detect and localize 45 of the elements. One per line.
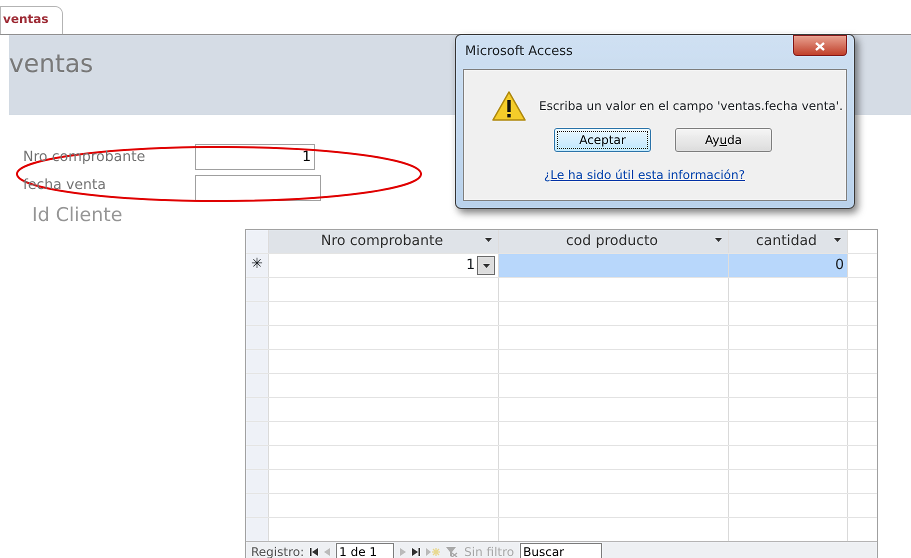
form-tab[interactable]: ventas bbox=[0, 6, 64, 34]
row-selector[interactable] bbox=[246, 518, 269, 541]
row-selector[interactable] bbox=[246, 470, 269, 493]
warning-icon bbox=[491, 90, 527, 122]
dropdown-icon[interactable] bbox=[485, 238, 492, 242]
close-icon bbox=[815, 42, 825, 51]
help-link[interactable]: ¿Le ha sido útil esta información? bbox=[544, 168, 745, 182]
row-selector[interactable] bbox=[246, 374, 269, 397]
last-record-icon[interactable] bbox=[412, 546, 420, 556]
text-field[interactable]: 1 bbox=[195, 144, 315, 170]
record-label: Registro: bbox=[251, 544, 304, 558]
close-button[interactable] bbox=[793, 35, 847, 56]
dialog-button[interactable]: Ayuda bbox=[675, 128, 772, 152]
next-icon[interactable] bbox=[400, 546, 406, 556]
caret-icon bbox=[482, 264, 490, 268]
first-record-icon[interactable] bbox=[310, 546, 318, 556]
cell-value: 0 bbox=[835, 256, 844, 275]
select-all-corner[interactable] bbox=[246, 230, 269, 253]
subform-label: Id Cliente bbox=[32, 203, 122, 228]
dialog-button[interactable]: Aceptar bbox=[554, 128, 651, 152]
form-title: ventas bbox=[9, 48, 94, 80]
dropdown-button[interactable] bbox=[477, 256, 495, 275]
dropdown-icon[interactable] bbox=[834, 238, 841, 242]
row-selector[interactable] bbox=[246, 398, 269, 421]
row-selector[interactable] bbox=[246, 446, 269, 469]
row-selector[interactable] bbox=[246, 494, 269, 517]
row-selector[interactable] bbox=[246, 302, 269, 325]
dropdown-icon[interactable] bbox=[715, 238, 722, 242]
row-selector[interactable] bbox=[246, 326, 269, 349]
dialog-message: Escriba un valor en el campo 'ventas.fecha venta'. bbox=[539, 98, 843, 115]
row-selector[interactable] bbox=[246, 422, 269, 445]
cell-value: 1 bbox=[466, 256, 475, 275]
record-field[interactable]: 1 de 1 bbox=[336, 542, 394, 558]
new-record-marker: ✳ bbox=[246, 254, 269, 277]
search-field[interactable]: Buscar bbox=[520, 542, 602, 558]
column-header[interactable]: cod producto bbox=[499, 230, 729, 253]
filter-icon[interactable] bbox=[446, 546, 458, 556]
new-record-icon[interactable] bbox=[426, 546, 440, 556]
dialog-title: Microsoft Access bbox=[464, 43, 573, 61]
row-selector[interactable] bbox=[246, 278, 269, 301]
previous-icon[interactable] bbox=[324, 546, 330, 556]
column-header[interactable]: cantidad bbox=[729, 230, 848, 253]
row-selector[interactable] bbox=[246, 350, 269, 373]
column-header[interactable]: Nro comprobante bbox=[269, 230, 499, 253]
text-field[interactable] bbox=[195, 175, 321, 201]
